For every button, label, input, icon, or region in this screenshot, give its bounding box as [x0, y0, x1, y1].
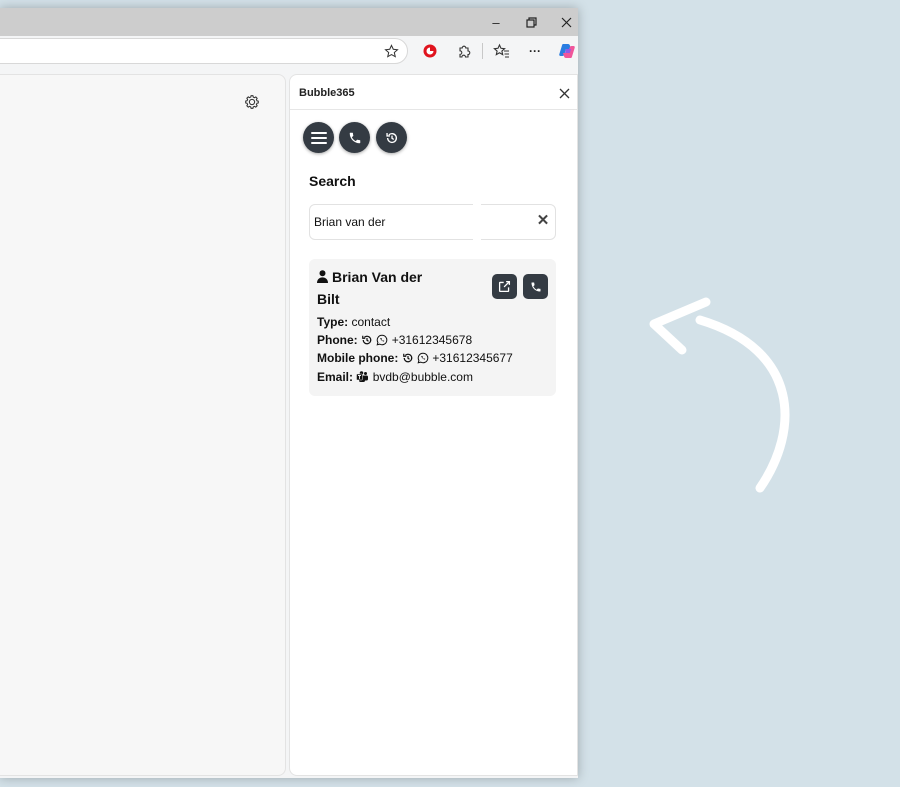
title-bar: – — [0, 8, 578, 36]
phone-button[interactable] — [339, 122, 370, 153]
contact-result-card: Brian Van der Bilt Type: contact Phone: … — [309, 259, 556, 396]
person-icon — [317, 268, 328, 289]
close-icon — [559, 88, 569, 98]
panel-title: Bubble365 — [299, 87, 355, 99]
clear-search-button[interactable]: ✕ — [535, 211, 551, 231]
teams-icon[interactable] — [356, 371, 369, 386]
history-icon[interactable] — [402, 352, 414, 367]
panel-close-button[interactable] — [556, 85, 572, 101]
close-window-button[interactable] — [556, 13, 576, 31]
phone-row: Phone: +31612345678 — [317, 333, 472, 349]
contact-name: Brian Van der Bilt — [317, 267, 437, 310]
favorites-icon[interactable] — [491, 41, 511, 61]
contact-name-text: Brian Van der Bilt — [317, 269, 423, 307]
email-value[interactable]: bvdb@bubble.com — [373, 370, 473, 384]
favorite-star-icon[interactable] — [381, 41, 401, 61]
panel-header: Bubble365 — [290, 75, 577, 110]
phone-icon — [349, 132, 360, 143]
restore-icon — [525, 16, 537, 28]
mobile-phone-label: Mobile phone: — [317, 351, 399, 365]
curved-arrow-icon — [649, 297, 790, 493]
address-bar[interactable] — [0, 38, 408, 64]
whatsapp-icon[interactable] — [417, 352, 429, 367]
close-icon — [561, 17, 571, 27]
external-link-icon — [498, 280, 511, 293]
menu-icon — [310, 131, 327, 144]
phone-value[interactable]: +31612345678 — [392, 333, 472, 347]
toolbar-divider — [482, 43, 483, 59]
search-input[interactable] — [314, 213, 464, 231]
settings-gear-icon[interactable] — [243, 93, 261, 111]
type-value: contact — [351, 315, 391, 329]
history-icon[interactable] — [361, 334, 373, 349]
search-box: ✕ — [309, 204, 556, 240]
copilot-icon[interactable] — [557, 41, 577, 61]
email-label: Email: — [317, 370, 354, 384]
restore-button[interactable] — [521, 13, 541, 31]
minimize-button[interactable]: – — [486, 13, 506, 31]
mobile-phone-value[interactable]: +31612345677 — [432, 351, 512, 365]
open-contact-button[interactable] — [492, 274, 517, 299]
menu-button[interactable] — [303, 122, 334, 153]
more-icon[interactable]: ··· — [525, 41, 545, 61]
call-contact-button[interactable] — [523, 274, 548, 299]
whatsapp-icon[interactable] — [376, 334, 388, 349]
mobile-phone-row: Mobile phone: +31612345677 — [317, 351, 513, 367]
type-label: Type: — [317, 315, 349, 329]
search-divider — [473, 204, 481, 240]
browser-toolbar: ··· — [0, 36, 578, 66]
bubble365-side-panel: Bubble365 Search ✕ Brian Van der Bilt — [289, 74, 578, 776]
type-row: Type: contact — [317, 315, 390, 329]
puzzle-icon[interactable] — [454, 41, 474, 61]
phone-icon — [531, 282, 540, 291]
phone-label: Phone: — [317, 333, 358, 347]
extension-red-icon[interactable] — [420, 41, 440, 61]
history-icon — [385, 132, 397, 143]
history-button[interactable] — [376, 122, 407, 153]
email-row: Email: bvdb@bubble.com — [317, 370, 473, 386]
search-label: Search — [309, 173, 356, 189]
page-content-area — [0, 74, 286, 776]
browser-window: – ··· Bubble365 Search Brian van der ✕ B… — [0, 8, 578, 778]
